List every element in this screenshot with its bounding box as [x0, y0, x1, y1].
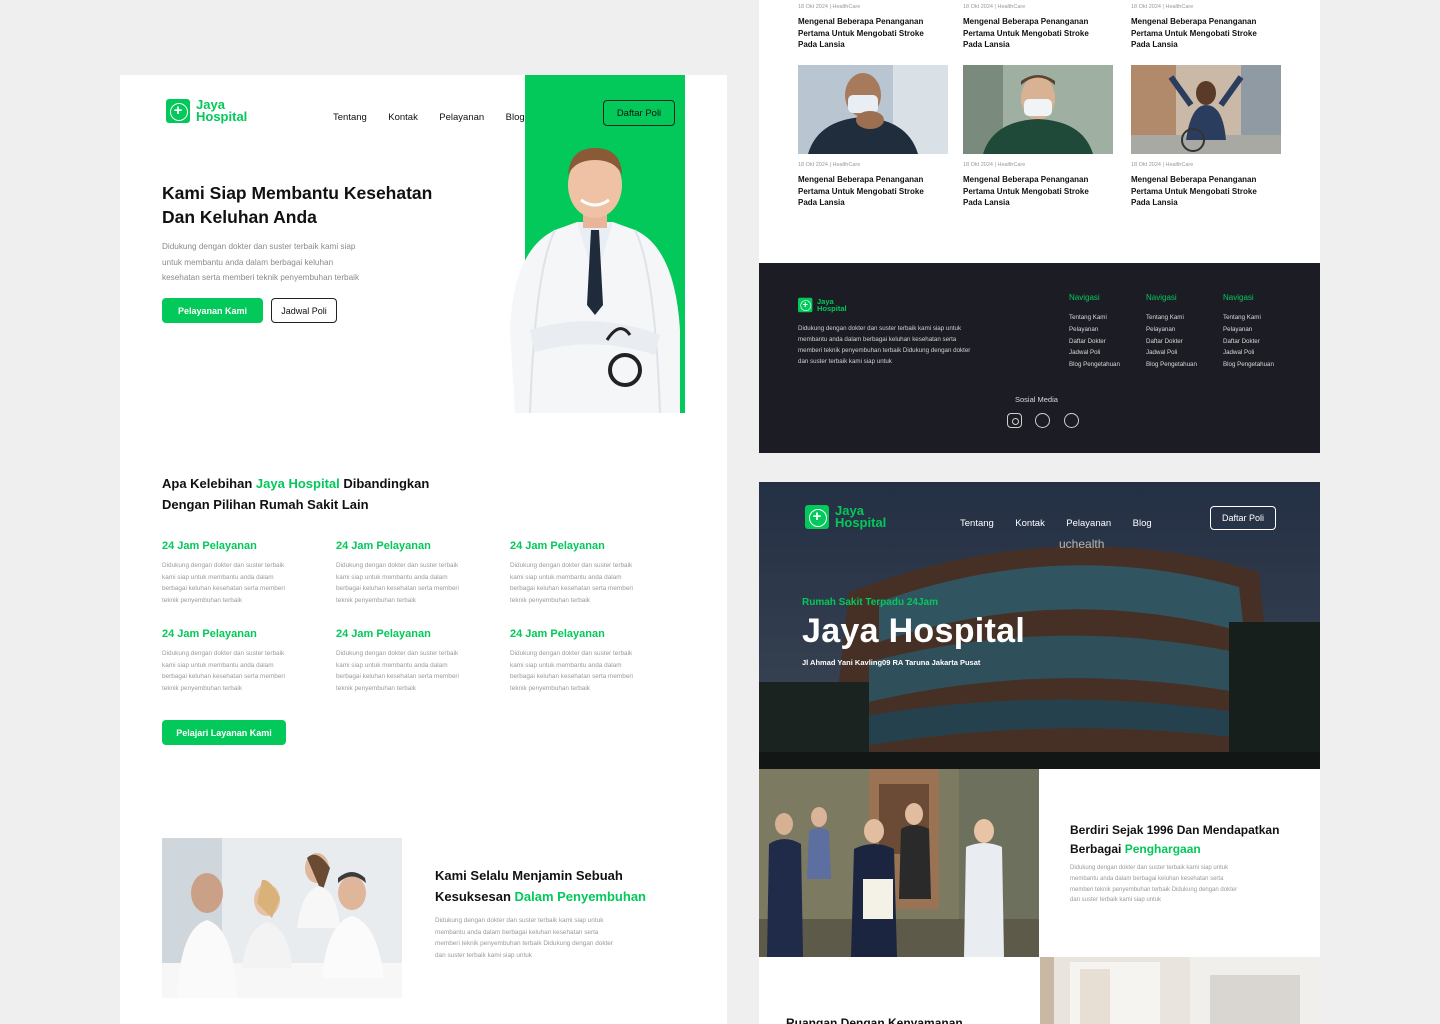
pelayanan-kami-button[interactable]: Pelayanan Kami	[162, 298, 263, 323]
nav-tentang[interactable]: Tentang	[960, 518, 994, 529]
blog-card[interactable]: 18 Okt 2024 | HealthCare Mengenal Bebera…	[1131, 162, 1281, 209]
hero-description: Didukung dengan dokter dan suster terbai…	[162, 242, 360, 282]
footer-link[interactable]: Jadwal Poli	[1223, 347, 1274, 359]
footer-nav-column: Navigasi Tentang Kami Pelayanan Daftar D…	[1146, 293, 1197, 371]
landing-page-right: uchealth Jaya Hospital Tentang Kontak Pe…	[759, 482, 1320, 1024]
nav-kontak[interactable]: Kontak	[388, 112, 418, 123]
nav-blog[interactable]: Blog	[506, 112, 525, 123]
hero-title: Kami Siap Membantu Kesehatan Dan Keluhan…	[162, 183, 433, 227]
footer-link[interactable]: Blog Pengetahuan	[1146, 359, 1197, 371]
footer-link[interactable]: Jadwal Poli	[1146, 347, 1197, 359]
blog-card[interactable]: 18 Okt 2024 | HealthCare Mengenal Bebera…	[1131, 4, 1281, 51]
nav-kontak[interactable]: Kontak	[1015, 518, 1045, 529]
dribbble-icon[interactable]	[1063, 413, 1079, 428]
footer-logo[interactable]: Jaya Hospital	[798, 293, 847, 317]
about2-description: Didukung dengan dokter dan suster terbai…	[1070, 865, 1238, 904]
blog-card[interactable]: 18 Okt 2024 | HealthCare Mengenal Bebera…	[963, 4, 1113, 51]
blog-card[interactable]: 18 Okt 2024 | HealthCare Mengenal Bebera…	[798, 162, 948, 209]
blog-image-masked-man-coughing	[798, 65, 948, 154]
logo[interactable]: Jaya Hospital	[166, 98, 248, 124]
rooms-section-title: Ruangan Dengan Kenyamanan	[786, 1016, 963, 1024]
footer: Jaya Hospital Didukung dengan dokter dan…	[759, 263, 1320, 453]
hero2-nav: Tentang Kontak Pelayanan Blog	[960, 513, 1169, 531]
hero2-title: Jaya Hospital	[802, 612, 1026, 650]
advantage-item: 24 Jam Pelayanan Didukung dengan dokter …	[510, 540, 633, 604]
footer-link[interactable]: Blog Pengetahuan	[1069, 359, 1120, 371]
hospital-cross-icon	[798, 297, 813, 313]
footer-link[interactable]: Pelayanan	[1223, 324, 1274, 336]
footer-link[interactable]: Blog Pengetahuan	[1223, 359, 1274, 371]
logo-line2: Hospital	[196, 109, 248, 124]
footer-link[interactable]: Pelayanan	[1069, 324, 1120, 336]
twitter-icon[interactable]	[1035, 413, 1051, 428]
instagram-icon[interactable]	[1007, 413, 1022, 428]
doctors-meeting-image	[162, 838, 402, 998]
nav-pelayanan[interactable]: Pelayanan	[439, 112, 484, 123]
advantage-item: 24 Jam Pelayanan Didukung dengan dokter …	[162, 628, 285, 692]
nav-blog[interactable]: Blog	[1133, 518, 1152, 529]
hero2-address: Jl Ahmad Yani Kavling09 RA Taruna Jakart…	[802, 658, 981, 667]
advantages-title: Apa Kelebihan Jaya Hospital Dibandingkan…	[162, 476, 430, 512]
landing-page-left: Jaya Hospital Tentang Kontak Pelayanan B…	[120, 75, 727, 1024]
pelajari-layanan-button[interactable]: Pelajari Layanan Kami	[162, 720, 286, 745]
main-nav: Tentang Kontak Pelayanan Blog	[333, 107, 542, 125]
hospital-cross-icon	[166, 99, 190, 123]
blog-card[interactable]: 18 Okt 2024 | HealthCare Mengenal Bebera…	[798, 4, 948, 51]
footer-description: Didukung dengan dokter dan suster terbai…	[798, 325, 971, 365]
about2-title: Berdiri Sejak 1996 Dan Mendapatkan Berba…	[1070, 823, 1280, 856]
guarantee-title: Kami Selalu Menjamin Sebuah Kesuksesan D…	[435, 868, 646, 904]
blog-and-footer-panel: 18 Okt 2024 | HealthCare Mengenal Bebera…	[759, 0, 1320, 453]
footer-link[interactable]: Daftar Dokter	[1069, 336, 1120, 348]
social-media-label: Sosial Media	[1015, 395, 1058, 404]
hospital-cross-icon	[805, 505, 829, 529]
hospital-room-image	[1040, 957, 1320, 1024]
footer-link[interactable]: Jadwal Poli	[1069, 347, 1120, 359]
advantage-item: 24 Jam Pelayanan Didukung dengan dokter …	[510, 628, 633, 692]
footer-link[interactable]: Daftar Dokter	[1146, 336, 1197, 348]
footer-link[interactable]: Pelayanan	[1146, 324, 1197, 336]
footer-link[interactable]: Tentang Kami	[1223, 312, 1274, 324]
doctor-image	[510, 148, 680, 413]
advantage-item: 24 Jam Pelayanan Didukung dengan dokter …	[336, 540, 459, 604]
nav-pelayanan[interactable]: Pelayanan	[1066, 518, 1111, 529]
footer-nav-column: Navigasi Tentang Kami Pelayanan Daftar D…	[1069, 293, 1120, 371]
footer-link[interactable]: Tentang Kami	[1146, 312, 1197, 324]
guarantee-description: Didukung dengan dokter dan suster terbai…	[435, 917, 613, 959]
daftar-poli-button[interactable]: Daftar Poli	[603, 100, 675, 126]
nurses-award-image	[759, 769, 1039, 957]
footer-link[interactable]: Tentang Kami	[1069, 312, 1120, 324]
nav-tentang[interactable]: Tentang	[333, 112, 367, 123]
jadwal-poli-button[interactable]: Jadwal Poli	[271, 298, 337, 323]
hero2-logo[interactable]: Jaya Hospital	[805, 504, 886, 529]
daftar-poli-button[interactable]: Daftar Poli	[1210, 506, 1276, 530]
blog-image-man-wheelchair	[1131, 65, 1281, 154]
advantage-item: 24 Jam Pelayanan Didukung dengan dokter …	[162, 540, 285, 604]
blog-card[interactable]: 18 Okt 2024 | HealthCare Mengenal Bebera…	[963, 162, 1113, 209]
footer-link[interactable]: Daftar Dokter	[1223, 336, 1274, 348]
social-icons	[1007, 413, 1088, 433]
blog-image-masked-man-outdoor	[963, 65, 1113, 154]
hero2-kicker: Rumah Sakit Terpadu 24Jam	[802, 597, 938, 608]
footer-nav-column: Navigasi Tentang Kami Pelayanan Daftar D…	[1223, 293, 1274, 371]
advantage-item: 24 Jam Pelayanan Didukung dengan dokter …	[336, 628, 459, 692]
